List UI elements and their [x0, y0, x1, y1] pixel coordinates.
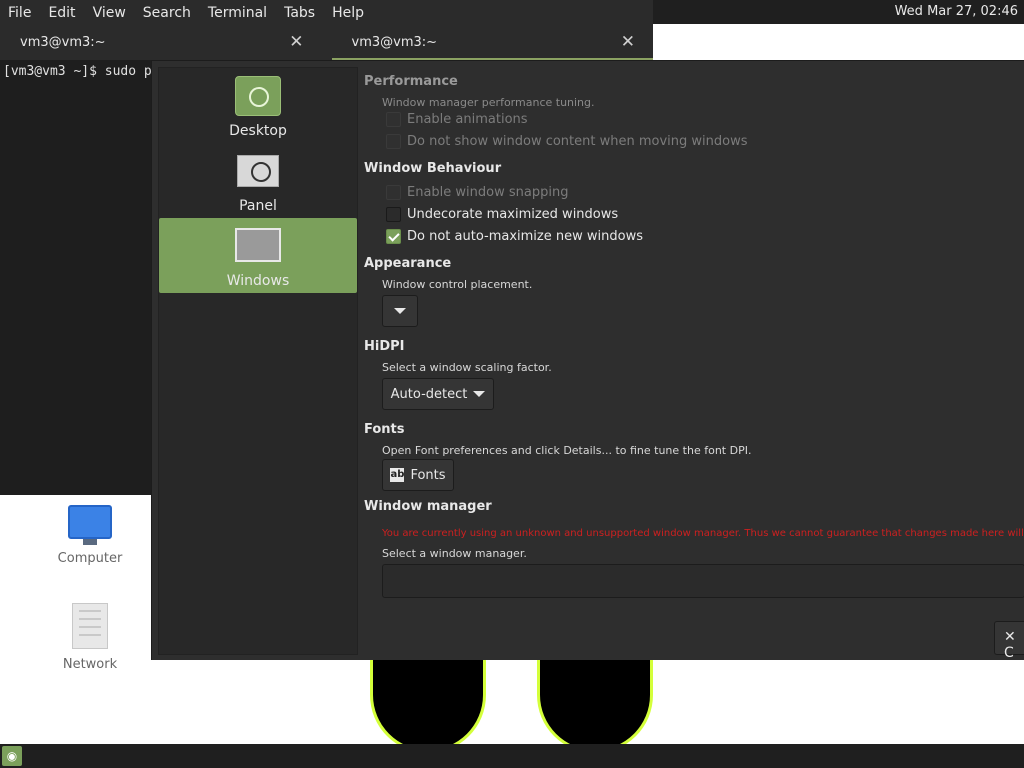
section-title-window-behaviour: Window Behaviour: [364, 161, 502, 176]
checkbox-box: [386, 134, 401, 149]
fonts-button[interactable]: ab Fonts: [382, 459, 454, 491]
checkbox-label: Undecorate maximized windows: [407, 207, 619, 222]
performance-description: Window manager performance tuning.: [382, 96, 595, 109]
menu-search[interactable]: Search: [143, 5, 191, 21]
checkbox-box: [386, 185, 401, 200]
chevron-down-icon: [394, 308, 406, 314]
sidebar-item-windows[interactable]: Windows: [159, 218, 357, 293]
section-title-performance: Performance: [364, 74, 458, 89]
terminal-tab-title: vm3@vm3:~: [20, 35, 106, 50]
checkbox-label: Enable window snapping: [407, 185, 569, 200]
sidebar-item-label: Windows: [226, 273, 290, 289]
sidebar-item-label: Desktop: [229, 123, 287, 139]
desktop-icon-network[interactable]: Network: [50, 603, 130, 672]
terminal-tab-1[interactable]: vm3@vm3:~ ✕: [0, 26, 322, 60]
computer-icon: [68, 505, 112, 539]
close-button[interactable]: ✕ C: [994, 621, 1024, 661]
window-control-placement-dropdown[interactable]: [382, 295, 418, 327]
app-menu-icon[interactable]: ◉: [2, 746, 22, 766]
desktop-icon-label: Network: [62, 657, 118, 672]
panel-settings-icon: [237, 155, 279, 187]
scaling-factor-value: Auto-detect: [390, 386, 468, 402]
menu-view[interactable]: View: [93, 5, 126, 21]
scaling-factor-dropdown[interactable]: Auto-detect: [382, 378, 494, 410]
terminal-prompt-line: [vm3@vm3 ~]$ sudo p: [3, 64, 152, 79]
network-icon: [72, 603, 108, 649]
section-title-hidpi: HiDPI: [364, 339, 405, 354]
hide-window-content-checkbox[interactable]: Do not show window content when moving w…: [386, 134, 748, 149]
desktop-settings-icon: [235, 76, 281, 116]
clock[interactable]: Wed Mar 27, 02:46: [895, 4, 1018, 19]
bottom-taskbar: ◉: [0, 744, 1024, 768]
checkbox-box: [386, 207, 401, 222]
computer-icon-stand: [83, 539, 97, 545]
window-manager-select[interactable]: [382, 564, 1024, 598]
menu-terminal[interactable]: Terminal: [208, 5, 267, 21]
chevron-down-icon: [473, 391, 486, 397]
enable-animations-checkbox[interactable]: Enable animations: [386, 112, 528, 127]
checkbox-label: Do not auto-maximize new windows: [407, 229, 643, 244]
settings-sidebar: Desktop Panel Windows: [158, 67, 358, 655]
menu-edit[interactable]: Edit: [48, 5, 75, 21]
section-title-appearance: Appearance: [364, 256, 452, 271]
window-manager-warning: You are currently using an unknown and u…: [382, 528, 1024, 539]
section-title-fonts: Fonts: [364, 422, 405, 437]
terminal-menubar: File Edit View Search Terminal Tabs Help: [0, 0, 653, 26]
checkbox-box-checked: [386, 229, 401, 244]
close-icon[interactable]: ✕: [289, 32, 303, 52]
terminal-tab-bar: vm3@vm3:~ ✕ vm3@vm3:~ ✕: [0, 26, 653, 60]
no-auto-maximize-checkbox[interactable]: Do not auto-maximize new windows: [386, 229, 643, 244]
fonts-description: Open Font preferences and click Details.…: [382, 444, 752, 457]
close-icon[interactable]: ✕: [621, 32, 635, 52]
undecorate-maximized-checkbox[interactable]: Undecorate maximized windows: [386, 207, 618, 222]
settings-dialog: Desktop Panel Windows Performance Window…: [151, 60, 1024, 661]
fonts-button-label: Fonts: [410, 467, 446, 483]
sidebar-item-desktop[interactable]: Desktop: [159, 68, 357, 143]
windows-settings-icon: [235, 228, 281, 262]
font-icon: ab: [390, 468, 405, 482]
appearance-description: Window control placement.: [382, 278, 533, 291]
terminal-tab-2[interactable]: vm3@vm3:~ ✕: [331, 26, 653, 60]
checkbox-box: [386, 112, 401, 127]
menu-help[interactable]: Help: [332, 5, 364, 21]
terminal-tab-title: vm3@vm3:~: [351, 35, 438, 50]
desktop-icon-computer[interactable]: Computer: [50, 505, 130, 566]
window-manager-description: Select a window manager.: [382, 547, 527, 560]
checkbox-label: Do not show window content when moving w…: [407, 134, 748, 149]
menu-file[interactable]: File: [8, 5, 31, 21]
window-snapping-checkbox[interactable]: Enable window snapping: [386, 185, 568, 200]
section-title-window-manager: Window manager: [364, 499, 492, 514]
settings-content: Performance Window manager performance t…: [364, 61, 1024, 661]
menu-tabs[interactable]: Tabs: [284, 5, 315, 21]
sidebar-item-panel[interactable]: Panel: [159, 143, 357, 218]
sidebar-item-label: Panel: [239, 198, 277, 214]
hidpi-description: Select a window scaling factor.: [382, 361, 552, 374]
desktop-icon-label: Computer: [57, 551, 123, 566]
checkbox-label: Enable animations: [407, 112, 528, 127]
